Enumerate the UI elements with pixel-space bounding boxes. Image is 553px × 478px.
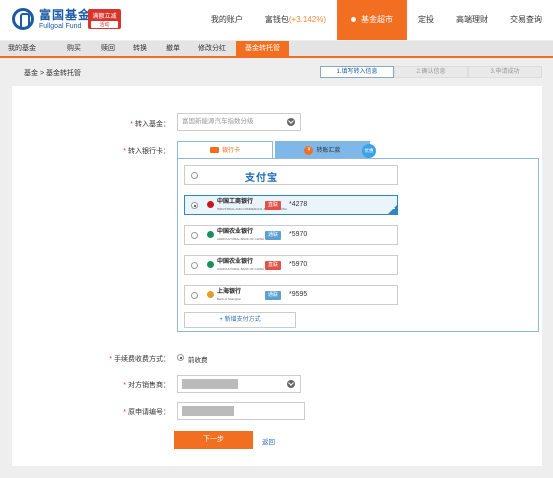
nav-trade-query[interactable]: 交易查询 xyxy=(499,0,553,40)
subnav-fund-transfer[interactable]: 基金转托管 xyxy=(236,41,289,56)
breadcrumb-bar: 基金 > 基金转托管 1.填写转入信息 2.确认信息 3.申请成功 xyxy=(12,64,542,82)
bank-option-abc-2[interactable]: 中国农业银行 AGRICULTURAL BANK OF CHINA 直联 *597… xyxy=(184,255,398,275)
bank-option-alipay[interactable]: 支付宝 xyxy=(184,165,398,185)
seller-label: * 对方销售商： xyxy=(123,382,170,389)
fund-select[interactable]: 富国新能源汽车指数分级 xyxy=(177,113,301,131)
subnav-modify-dividend[interactable]: 修改分红 xyxy=(198,41,226,56)
card-tail-number: *9595 xyxy=(289,291,308,298)
nav-fund-market[interactable]: 基金超市 xyxy=(337,0,407,40)
fee-method-label: * 手续费收费方式： xyxy=(109,356,170,363)
add-payment-method-button[interactable]: + 新增支付方式 xyxy=(184,312,296,328)
nav-my-account[interactable]: 我的账户 xyxy=(200,0,254,40)
bos-logo-icon xyxy=(207,291,214,298)
next-button[interactable]: 下一步 xyxy=(174,431,253,449)
tab-bank-card[interactable]: 银行卡 xyxy=(177,141,273,159)
nav-wallet[interactable]: 富钱包(+3.142%) xyxy=(254,0,337,40)
promo-line1: 满额立减 xyxy=(92,14,117,20)
card-tail-number: *4278 xyxy=(289,201,308,208)
breadcrumb: 基金 > 基金转托管 xyxy=(24,70,81,77)
bank-option-abc-1[interactable]: 中国农业银行 AGRICULTURAL BANK OF CHINA 通联 *597… xyxy=(184,225,398,245)
app-no-redacted xyxy=(182,406,234,416)
radio-button[interactable] xyxy=(191,202,198,209)
link-type-badge: 通联 xyxy=(265,291,282,300)
nav-high-end[interactable]: 高端理财 xyxy=(445,0,499,40)
discount-badge: 优惠 xyxy=(362,144,376,158)
bank-card-list: 支付宝 中国工商银行 INDUSTRIAL AND COMMERCIAL BANK… xyxy=(177,158,539,332)
main-nav: 我的账户 富钱包(+3.142%) 基金超市 定投 高端理财 交易查询 xyxy=(200,0,553,40)
card-tail-number: *5970 xyxy=(289,261,308,268)
radio-button[interactable] xyxy=(191,172,198,179)
fund-select-value: 富国新能源汽车指数分级 xyxy=(182,118,254,125)
selected-check-icon xyxy=(388,205,397,214)
transfer-form-panel: * 转入基金： 富国新能源汽车指数分级 * 转入银行卡： 银行卡 ¥ 转账汇款 优惠 支… xyxy=(12,86,542,466)
alipay-logo-icon: 支付宝 xyxy=(245,173,278,184)
bank-name: 上海银行 Bank of Shanghai xyxy=(217,289,242,301)
fee-method-value: 前收费 xyxy=(188,357,208,364)
bank-name: 中国农业银行 AGRICULTURAL BANK OF CHINA xyxy=(217,229,265,241)
progress-steps: 1.填写转入信息 2.确认信息 3.申请成功 xyxy=(320,66,542,78)
fund-label: * 转入基金： xyxy=(130,121,170,128)
active-dot-icon xyxy=(351,17,356,23)
seller-select[interactable] xyxy=(177,375,301,393)
nav-wallet-label: 富钱包 xyxy=(264,15,289,24)
link-type-badge: 通联 xyxy=(265,231,282,240)
subnav-redeem[interactable]: 赎回 xyxy=(101,41,115,56)
subnav-cancel[interactable]: 撤单 xyxy=(166,41,180,56)
subnav-my-funds[interactable]: 我的基金 xyxy=(8,41,36,56)
radio-button[interactable] xyxy=(191,232,198,239)
card-icon xyxy=(209,147,219,154)
payment-tabs: 银行卡 ¥ 转账汇款 优惠 xyxy=(177,141,378,159)
link-type-badge: 直联 xyxy=(265,201,282,210)
fee-radio-button[interactable] xyxy=(177,354,184,361)
step-1: 1.填写转入信息 xyxy=(320,66,394,78)
back-link[interactable]: 返回 xyxy=(262,436,275,446)
bank-option-icbc[interactable]: 中国工商银行 INDUSTRIAL AND COMMERCIAL BANK OF … xyxy=(184,195,398,215)
promo-badge[interactable]: 满额立减 活动 xyxy=(88,9,121,29)
seller-value-redacted xyxy=(182,379,238,389)
step-2: 2.确认信息 xyxy=(394,66,468,78)
chevron-down-icon xyxy=(287,118,295,126)
app-no-label: * 原申请编号： xyxy=(123,409,170,416)
abc-logo-icon xyxy=(207,261,214,268)
remit-icon: ¥ xyxy=(304,145,314,155)
tab-transfer-remit[interactable]: ¥ 转账汇款 优惠 xyxy=(275,141,376,159)
wallet-rate: (+3.142%) xyxy=(288,15,326,24)
card-tail-number: *5970 xyxy=(289,231,308,238)
subnav-buy[interactable]: 购买 xyxy=(67,41,81,56)
bank-name: 中国农业银行 AGRICULTURAL BANK OF CHINA xyxy=(217,259,265,271)
nav-fund-market-label: 基金超市 xyxy=(361,15,393,24)
bank-card-label: * 转入银行卡： xyxy=(123,148,170,155)
radio-button[interactable] xyxy=(191,262,198,269)
top-header: 富国基金 Fullgoal Fund 满额立减 活动 我的账户 富钱包(+3.1… xyxy=(0,0,553,40)
link-type-badge: 直联 xyxy=(265,261,282,270)
sub-nav: 我的基金 购买 赎回 转换 撤单 修改分红 基金转托管 xyxy=(0,41,553,58)
brand-logo[interactable]: 富国基金 Fullgoal Fund xyxy=(12,8,91,30)
nav-auto-invest[interactable]: 定投 xyxy=(407,0,445,40)
bank-option-bos[interactable]: 上海银行 Bank of Shanghai 通联 *9595 xyxy=(184,285,398,305)
promo-line2: 活动 xyxy=(91,21,118,28)
abc-logo-icon xyxy=(207,231,214,238)
radio-button[interactable] xyxy=(191,292,198,299)
fullgoal-logo-icon xyxy=(12,8,34,30)
step-3: 3.申请成功 xyxy=(468,66,542,78)
subnav-convert[interactable]: 转换 xyxy=(133,41,147,56)
app-no-input[interactable] xyxy=(177,402,305,420)
chevron-down-icon xyxy=(287,380,295,388)
brand-name-en: Fullgoal Fund xyxy=(39,22,82,30)
brand-name-cn: 富国基金 xyxy=(39,7,92,22)
icbc-logo-icon xyxy=(207,201,214,208)
